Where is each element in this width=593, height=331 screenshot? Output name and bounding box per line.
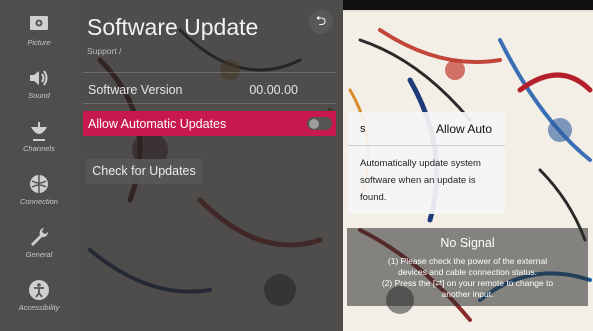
no-signal-line-part: (2) Press the [ (381, 278, 436, 288)
sidebar-item-label: Picture (27, 38, 51, 47)
breadcrumb: Support / (87, 46, 122, 56)
channels-icon (31, 122, 47, 141)
sidebar-item-general[interactable]: General (0, 225, 78, 259)
sidebar-item-accessibility[interactable]: Accessibility (0, 278, 78, 312)
settings-sidebar: Picture Sound Channels Connection Genera… (0, 0, 78, 331)
sidebar-item-label: Accessibility (18, 303, 60, 312)
no-signal-title: No Signal (440, 236, 495, 250)
software-version-label: Software Version (88, 83, 183, 97)
no-signal-line: (2) Press the [⮂] on your remote to chan… (347, 278, 588, 288)
sidebar-item-connection[interactable]: Connection (0, 172, 78, 206)
sidebar-item-label: Connection (20, 197, 58, 206)
check-for-updates-button[interactable]: Check for Updates (86, 159, 202, 184)
sidebar-item-label: General (25, 250, 53, 259)
page-title: Software Update (87, 14, 259, 40)
tooltip-body: Automatically update system software whe… (360, 158, 481, 203)
tooltip-divider (348, 145, 505, 146)
accessibility-icon (29, 280, 49, 300)
sidebar-item-channels[interactable]: Channels (0, 119, 78, 153)
no-signal-line: devices and cable connection status. (398, 267, 537, 277)
no-signal-line: another input. (441, 289, 494, 299)
picture-icon (30, 16, 48, 30)
connection-icon (30, 175, 48, 193)
no-signal-line: (1) Please check the power of the extern… (387, 256, 548, 266)
sidebar-item-label: Channels (23, 144, 55, 153)
tooltip-heading: Allow Auto (436, 122, 493, 136)
sound-icon (30, 70, 48, 86)
top-bar (343, 0, 593, 10)
tooltip-heading-left: s (360, 123, 366, 135)
no-signal-line-part: ] on your remote to change to (442, 278, 554, 288)
no-signal-box: No Signal (1) Please check the power of … (347, 228, 588, 306)
sidebar-item-sound[interactable]: Sound (0, 66, 78, 100)
toggle-knob (309, 118, 319, 129)
help-tooltip: s Allow Auto Automatically update system… (348, 112, 505, 214)
wrench-icon (31, 228, 49, 246)
allow-automatic-updates-label: Allow Automatic Updates (88, 117, 227, 131)
sidebar-item-label: Sound (28, 91, 50, 100)
divider (83, 103, 336, 104)
back-icon: ⮌ (315, 13, 327, 28)
sidebar-item-picture[interactable]: Picture (0, 13, 78, 47)
software-version-value: 00.00.00 (249, 83, 298, 97)
top-bar-edge (343, 10, 593, 12)
divider (83, 72, 336, 73)
back-button[interactable]: ⮌ (309, 10, 333, 34)
